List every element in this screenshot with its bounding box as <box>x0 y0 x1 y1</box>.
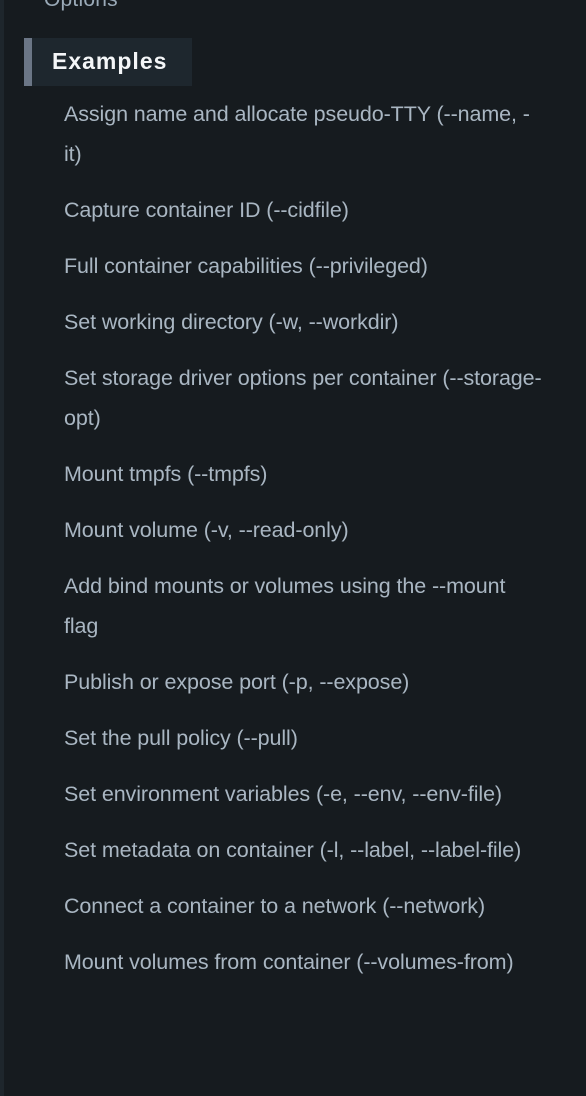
toc-subitem-publish-expose[interactable]: Publish or expose port (-p, --expose) <box>64 662 544 702</box>
toc-subitem-name-it[interactable]: Assign name and allocate pseudo-TTY (--n… <box>64 94 544 174</box>
toc-subitem-volumes-from[interactable]: Mount volumes from container (--volumes-… <box>64 942 544 982</box>
toc-subitem-pull[interactable]: Set the pull policy (--pull) <box>64 718 544 758</box>
toc-subitem-tmpfs[interactable]: Mount tmpfs (--tmpfs) <box>64 454 544 494</box>
toc-item-examples-active[interactable]: Examples <box>24 38 192 86</box>
examples-sub-list: Assign name and allocate pseudo-TTY (--n… <box>64 94 544 998</box>
toc-subitem-cidfile[interactable]: Capture container ID (--cidfile) <box>64 190 544 230</box>
toc-active-label: Examples <box>52 48 168 74</box>
toc-subitem-env[interactable]: Set environment variables (-e, --env, --… <box>64 774 544 814</box>
toc-item-options[interactable]: Options <box>44 0 118 12</box>
toc-subitem-volume[interactable]: Mount volume (-v, --read-only) <box>64 510 544 550</box>
toc-subitem-network[interactable]: Connect a container to a network (--netw… <box>64 886 544 926</box>
toc-subitem-privileged[interactable]: Full container capabilities (--privilege… <box>64 246 544 286</box>
toc-subitem-label[interactable]: Set metadata on container (-l, --label, … <box>64 830 544 870</box>
toc-subitem-workdir[interactable]: Set working directory (-w, --workdir) <box>64 302 544 342</box>
toc-subitem-storage-opt[interactable]: Set storage driver options per container… <box>64 358 544 438</box>
toc-subitem-mount[interactable]: Add bind mounts or volumes using the --m… <box>64 566 544 646</box>
left-rail <box>0 0 4 1096</box>
